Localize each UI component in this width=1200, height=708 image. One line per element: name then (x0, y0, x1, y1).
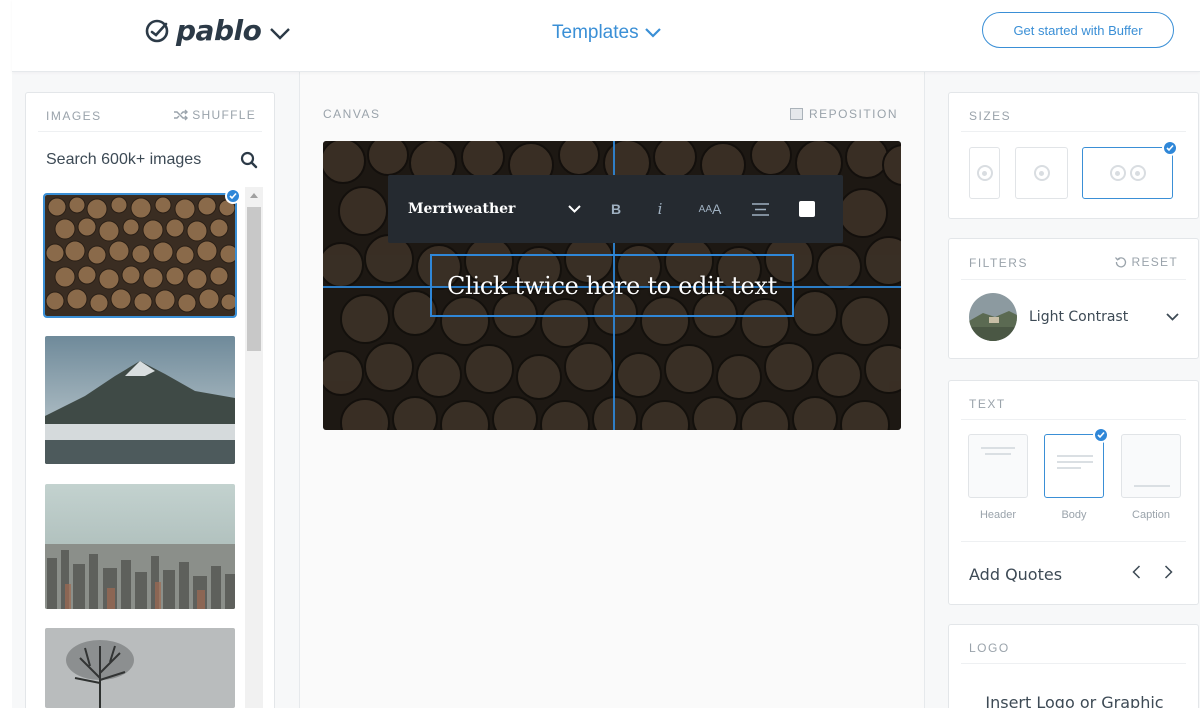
size-small-glyph: A (698, 203, 706, 215)
previous-quote-button[interactable] (1132, 565, 1146, 583)
templates-dropdown[interactable]: Templates (552, 22, 661, 44)
facebook-icon (1109, 165, 1126, 181)
sizes-title: SIZES (969, 109, 1012, 123)
text-style-label-caption: Caption (1132, 509, 1170, 521)
size-large-glyph: A (712, 201, 722, 217)
search-icon[interactable] (240, 151, 258, 169)
chevron-right-icon (1164, 565, 1173, 579)
image-thumbnail-city[interactable] (45, 484, 235, 609)
align-center-icon (751, 202, 769, 216)
color-swatch (799, 201, 815, 217)
canvas-text-box[interactable]: Click twice here to edit text (430, 254, 794, 317)
shuffle-button[interactable]: SHUFFLE (174, 108, 256, 122)
divider (961, 131, 1186, 132)
images-title: IMAGES (46, 109, 102, 123)
text-size-button[interactable]: AAA (682, 201, 738, 217)
scroll-up-arrow-icon[interactable] (250, 193, 258, 198)
filters-title: FILTERS (969, 256, 1028, 270)
reset-label: RESET (1131, 255, 1178, 269)
size-option-facebook-twitter[interactable] (1082, 147, 1173, 199)
pinterest-icon (976, 165, 993, 181)
filters-panel: FILTERS RESET Light Contrast (948, 238, 1199, 359)
scrollbar-thumb[interactable] (247, 207, 261, 351)
insert-logo-button[interactable]: Insert Logo or Graphic (949, 693, 1200, 708)
brand-name: pablo (176, 14, 262, 47)
canvas-text[interactable]: Click twice here to edit text (447, 272, 777, 300)
size-mid-glyph: A (705, 203, 712, 215)
text-style-caption[interactable] (1121, 434, 1181, 498)
shuffle-icon (174, 109, 189, 121)
italic-button[interactable]: i (638, 200, 682, 218)
reposition-icon (790, 108, 803, 120)
text-panel: TEXT Header Body Caption Add Quotes (948, 380, 1199, 605)
twitter-icon (1129, 165, 1146, 181)
divider (961, 541, 1186, 542)
image-thumbnail-mountain[interactable] (45, 336, 235, 464)
text-title: TEXT (969, 397, 1006, 411)
image-thumbnail-firewood[interactable] (43, 193, 237, 318)
canvas-title: CANVAS (323, 107, 381, 121)
instagram-icon (1033, 165, 1050, 181)
size-option-pinterest[interactable] (969, 147, 1000, 199)
divider (961, 279, 1186, 280)
text-style-header[interactable] (968, 434, 1028, 498)
chevron-down-icon (567, 205, 581, 213)
divider (38, 131, 262, 132)
canvas[interactable]: Click twice here to edit text Merriweath… (323, 141, 901, 430)
size-option-instagram[interactable] (1015, 147, 1068, 199)
templates-label: Templates (552, 22, 639, 43)
pablo-logo-icon (145, 19, 169, 43)
chevron-left-icon (1132, 565, 1141, 579)
selected-check-icon (1093, 427, 1109, 443)
reset-icon (1115, 257, 1127, 268)
chevron-down-icon (270, 28, 291, 40)
shuffle-label: SHUFFLE (192, 108, 256, 122)
align-button[interactable] (738, 202, 782, 216)
text-style-label-header: Header (979, 509, 1017, 521)
brand-logo[interactable]: pablo (144, 16, 291, 46)
images-scrollbar[interactable] (245, 187, 263, 708)
divider (961, 419, 1186, 420)
divider (961, 663, 1186, 664)
image-thumbnail-tree[interactable] (45, 628, 235, 708)
text-style-label-body: Body (1061, 509, 1087, 521)
selected-check-icon (225, 188, 241, 204)
filter-dropdown[interactable]: Light Contrast (969, 293, 1179, 341)
next-quote-button[interactable] (1164, 565, 1178, 583)
image-search (46, 151, 258, 169)
top-header: pablo Templates Get started with Buffer (12, 0, 1200, 72)
text-style-body[interactable] (1044, 434, 1104, 498)
sizes-panel: SIZES (948, 92, 1199, 219)
font-name[interactable]: Merriweather (408, 201, 554, 217)
add-quotes-label[interactable]: Add Quotes (969, 565, 1062, 584)
text-color-button[interactable] (782, 201, 832, 217)
search-input[interactable] (46, 151, 226, 169)
logo-title: LOGO (969, 641, 1010, 655)
bold-button[interactable]: B (594, 201, 638, 217)
reset-button[interactable]: RESET (1115, 255, 1178, 269)
text-toolbar: Merriweather B i AAA (388, 175, 843, 243)
reposition-button[interactable]: REPOSITION (790, 107, 898, 121)
font-dropdown[interactable] (554, 205, 594, 213)
logo-panel: LOGO Insert Logo or Graphic (948, 624, 1199, 708)
chevron-down-icon (1166, 313, 1179, 321)
filter-preview-thumbnail (969, 293, 1017, 341)
reposition-label: REPOSITION (809, 107, 899, 121)
selected-filter-name: Light Contrast (1029, 309, 1129, 325)
selected-check-icon (1162, 140, 1178, 156)
chevron-down-icon (644, 28, 661, 38)
get-started-button[interactable]: Get started with Buffer (982, 12, 1174, 48)
